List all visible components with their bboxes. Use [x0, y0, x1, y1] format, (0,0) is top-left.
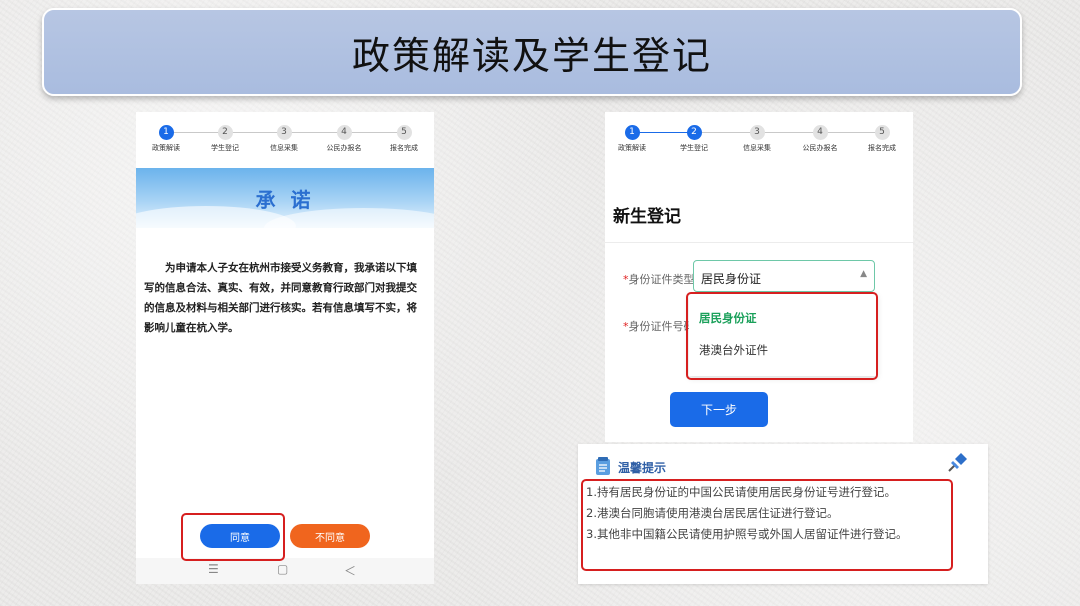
step-5: 5 报名完成: [857, 125, 907, 153]
step-1: 1 政策解读: [607, 125, 657, 153]
next-step-button[interactable]: 下一步: [670, 392, 768, 427]
pledge-screen: 1 政策解读 2 学生登记 3 信息采集 4 公民办报名 5 报名完成 承 诺 …: [136, 112, 434, 584]
tips-highlight-box: [581, 479, 953, 571]
step-dot: 2: [686, 125, 702, 140]
id-type-label-text: 身份证件类型: [628, 273, 695, 286]
step-label: 政策解读: [618, 144, 646, 152]
back-icon[interactable]: ＜: [344, 562, 356, 579]
step-label: 学生登记: [680, 144, 708, 152]
step-progress: 1 政策解读 2 学生登记 3 信息采集 4 公民办报名 5 报名完成: [605, 112, 913, 158]
step-label: 信息采集: [743, 144, 771, 152]
step-dot: 2: [217, 125, 233, 140]
step-2: 2 学生登记: [669, 125, 719, 153]
tips-title: 温馨提示: [618, 461, 667, 475]
step-3: 3 信息采集: [259, 125, 309, 153]
pledge-text: 为申请本人子女在杭州市接受义务教育，我承诺以下填写的信息合法、真实、有效，并同意…: [144, 262, 417, 334]
step-dot: 3: [276, 125, 292, 140]
id-type-value: 居民身份证: [701, 272, 762, 286]
step-label: 学生登记: [211, 144, 239, 152]
id-number-label: *身份证件号码: [623, 318, 695, 334]
step-3: 3 信息采集: [732, 125, 782, 153]
step-dot: 1: [624, 125, 640, 140]
pushpin-icon: [948, 453, 967, 472]
id-type-select[interactable]: 居民身份证 ▲: [693, 260, 875, 292]
step-5: 5 报名完成: [379, 125, 429, 153]
registration-screen: 1 政策解读 2 学生登记 3 信息采集 4 公民办报名 5 报名完成 新生登记…: [605, 112, 913, 442]
step-label: 信息采集: [270, 144, 298, 152]
step-progress: 1 政策解读 2 学生登记 3 信息采集 4 公民办报名 5 报名完成: [136, 112, 434, 158]
step-1: 1 政策解读: [141, 125, 191, 153]
disagree-button[interactable]: 不同意: [290, 524, 370, 548]
divider: [605, 242, 913, 243]
step-label: 报名完成: [390, 144, 418, 152]
step-label: 报名完成: [868, 144, 896, 152]
step-label: 公民办报名: [326, 144, 362, 152]
title-banner: 政策解读及学生登记: [42, 8, 1022, 96]
pledge-header: 承 诺: [136, 168, 434, 248]
system-nav-bar: ☰ ▢ ＜: [136, 558, 434, 584]
step-dot: 4: [336, 125, 352, 140]
step-dot: 4: [812, 125, 828, 140]
page-title: 政策解读及学生登记: [351, 33, 712, 78]
home-icon[interactable]: ▢: [277, 562, 288, 576]
dropdown-highlight-box: [686, 292, 878, 380]
chevron-up-icon: ▲: [860, 269, 867, 279]
step-dot: 1: [158, 125, 174, 140]
step-dot: 3: [749, 125, 765, 140]
notepad-icon: [596, 457, 610, 475]
agree-highlight-box: [181, 513, 285, 561]
step-2: 2 学生登记: [200, 125, 250, 153]
form-title: 新生登记: [613, 207, 681, 227]
step-label: 公民办报名: [802, 144, 838, 152]
id-number-label-text: 身份证件号码: [628, 320, 695, 333]
step-dot: 5: [874, 125, 890, 140]
step-4: 4 公民办报名: [319, 125, 369, 153]
step-dot: 5: [396, 125, 412, 140]
pledge-heading: 承 诺: [255, 187, 315, 212]
id-type-label: *身份证件类型: [623, 271, 695, 287]
step-label: 政策解读: [152, 144, 180, 152]
menu-icon[interactable]: ☰: [208, 562, 219, 576]
step-4: 4 公民办报名: [795, 125, 845, 153]
